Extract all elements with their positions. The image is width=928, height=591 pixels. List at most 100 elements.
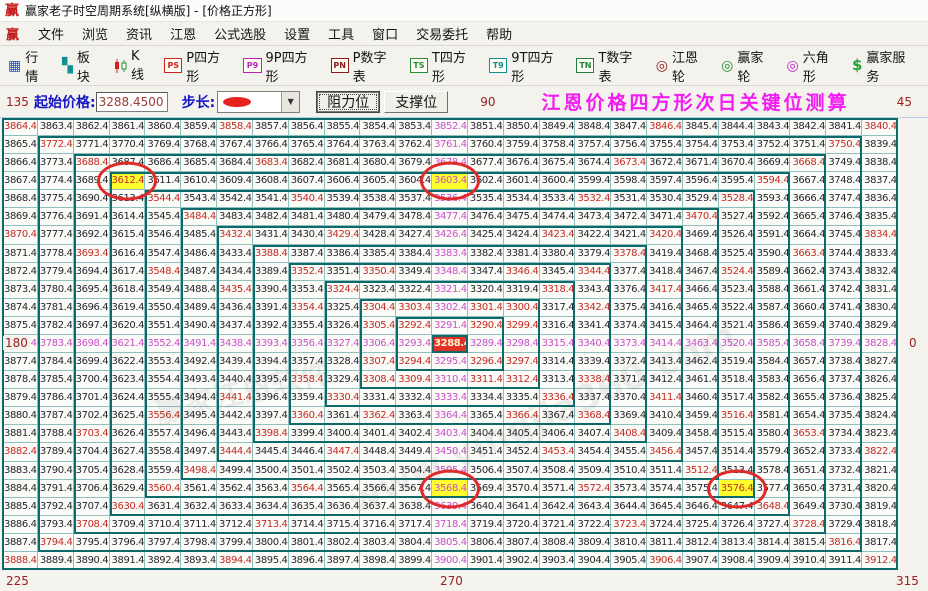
grid-cell: 3502.45 — [325, 462, 361, 480]
resistance-button[interactable]: 阻力位 — [316, 91, 380, 113]
grid-cell: 3647.45 — [719, 498, 755, 516]
menu-item-2[interactable]: 资讯 — [117, 26, 161, 45]
grid-cell: 3591.45 — [755, 226, 791, 244]
grid-cell: 3799.45 — [217, 534, 253, 552]
grid-cell: 3897.45 — [325, 552, 361, 570]
menu-item-7[interactable]: 窗口 — [363, 26, 407, 45]
grid-cell: 3304.45 — [360, 299, 396, 317]
toolbar-button-9P四方形[interactable]: P99P四方形 — [243, 47, 317, 85]
t9-square-icon: T9 — [489, 58, 507, 73]
menu-item-5[interactable]: 设置 — [275, 26, 319, 45]
grid-cell: 3348.45 — [432, 263, 468, 281]
toolbar-button-P数字表[interactable]: PNP数字表 — [331, 47, 397, 85]
grid-cell: 3687.45 — [110, 154, 146, 172]
toolbar-button-T四方形[interactable]: TST四方形 — [410, 47, 476, 85]
grid-cell: 3779.45 — [38, 263, 74, 281]
chevron-down-icon[interactable]: ▼ — [281, 92, 299, 112]
key-level-cell[interactable]: 3603.45 — [432, 172, 468, 190]
support-button[interactable]: 支撑位 — [384, 91, 448, 113]
toolbar-button-赢家轮[interactable]: ◎赢家轮 — [721, 47, 773, 85]
price-square-grid: 3864.453863.453862.453861.453860.453859.… — [2, 118, 898, 570]
menu-item-6[interactable]: 工具 — [319, 26, 363, 45]
grid-cell: 3641.45 — [504, 498, 540, 516]
toolbar-button-行情[interactable]: ▦行情 — [8, 47, 49, 85]
grid-cell: 3403.45 — [432, 425, 468, 443]
angle-label-135: 135 — [6, 95, 30, 109]
toolbar-button-赢家服务[interactable]: $赢家服务 — [852, 47, 915, 85]
grid-cell: 3604.45 — [396, 172, 432, 190]
grid-cell: 3488.45 — [181, 281, 217, 299]
grid-cell: 3800.45 — [253, 534, 289, 552]
grid-cell: 3510.45 — [611, 462, 647, 480]
grid-cell: 3783.45 — [38, 335, 74, 353]
grid-cell: 3842.45 — [790, 118, 826, 136]
grid-cell: 3289.45 — [468, 335, 504, 353]
menu-item-3[interactable]: 江恩 — [161, 26, 205, 45]
grid-cell: 3879.45 — [2, 389, 38, 407]
toolbar-button-板块[interactable]: ▚板块 — [62, 47, 101, 85]
grid-cell: 3516.45 — [719, 407, 755, 425]
grid-cell: 3816.45 — [826, 534, 862, 552]
key-level-cell[interactable]: 3576.45 — [719, 480, 755, 498]
start-price-input[interactable] — [96, 92, 168, 112]
toolbar-button-9T四方形[interactable]: T99T四方形 — [489, 47, 563, 85]
grid-cell: 3467.45 — [683, 263, 719, 281]
grid-cell: 3446.45 — [289, 443, 325, 461]
grid-cell: 3856.45 — [289, 118, 325, 136]
key-level-cell[interactable]: 3612.45 — [110, 172, 146, 190]
grid-cell: 3599.45 — [575, 172, 611, 190]
menu-item-4[interactable]: 公式选股 — [205, 26, 275, 45]
grid-cell: 3389.45 — [253, 263, 289, 281]
grid-cell: 3643.45 — [575, 498, 611, 516]
grid-cell: 3880.45 — [2, 407, 38, 425]
grid-cell: 3814.45 — [755, 534, 791, 552]
grid-cell: 3424.45 — [504, 226, 540, 244]
grid-cell: 3360.45 — [289, 407, 325, 425]
grid-cell: 3717.45 — [396, 516, 432, 534]
grid-cell: 3477.45 — [432, 208, 468, 226]
grid-cell: 3786.45 — [38, 389, 74, 407]
grid-cell: 3657.45 — [790, 353, 826, 371]
toolbar-button-T数字表[interactable]: TNT数字表 — [576, 47, 642, 85]
grid-cell: 3713.45 — [253, 516, 289, 534]
grid-cell: 3383.45 — [432, 245, 468, 263]
grid-cell: 3561.45 — [181, 480, 217, 498]
grid-cell: 3579.45 — [755, 443, 791, 461]
pn-table-icon: PN — [331, 58, 349, 73]
grid-cell: 3796.45 — [110, 534, 146, 552]
grid-cell: 3551.45 — [145, 317, 181, 335]
grid-cell: 3378.45 — [611, 245, 647, 263]
step-dropdown[interactable]: ▼ — [217, 91, 300, 113]
grid-cell: 3807.45 — [504, 534, 540, 552]
grid-cell: 3743.45 — [826, 263, 862, 281]
grid-cell: 3821.45 — [862, 462, 898, 480]
grid-cell: 3594.45 — [755, 172, 791, 190]
grid-cell: 3297.45 — [504, 353, 540, 371]
menu-item-0[interactable]: 文件 — [29, 26, 73, 45]
grid-cell: 3626.45 — [110, 425, 146, 443]
key-level-cell[interactable]: 3568.45 — [432, 480, 468, 498]
grid-cell: 3667.45 — [790, 172, 826, 190]
grid-cell: 3780.45 — [38, 281, 74, 299]
menu-item-9[interactable]: 帮助 — [477, 26, 521, 45]
grid-cell: 3393.45 — [253, 335, 289, 353]
grid-cell: 3739.45 — [826, 335, 862, 353]
grid-cell: 3349.45 — [396, 263, 432, 281]
toolbar-button-K线[interactable]: K线 — [114, 49, 152, 83]
grid-cell: 3433.45 — [217, 245, 253, 263]
grid-cell: 3441.45 — [217, 389, 253, 407]
winner-wheel-icon: ◎ — [721, 59, 733, 73]
grid-cell: 3554.45 — [145, 371, 181, 389]
toolbar-button-江恩轮[interactable]: ◎江恩轮 — [656, 47, 708, 85]
grid-cell: 3741.45 — [826, 299, 862, 317]
toolbar-button-六角形[interactable]: ◎六角形 — [787, 47, 839, 85]
toolbar-button-P四方形[interactable]: PSP四方形 — [164, 47, 230, 85]
grid-cell: 3311.45 — [468, 371, 504, 389]
grid-cell: 3564.45 — [289, 480, 325, 498]
grid-cell: 3636.45 — [325, 498, 361, 516]
title-bar: 赢 赢家老子时空周期系统[纵横版] - [价格正方形] — [0, 0, 928, 22]
menu-item-8[interactable]: 交易委托 — [407, 26, 477, 45]
grid-cell: 3808.45 — [540, 534, 576, 552]
menu-item-1[interactable]: 浏览 — [73, 26, 117, 45]
grid-cell: 3526.45 — [719, 226, 755, 244]
